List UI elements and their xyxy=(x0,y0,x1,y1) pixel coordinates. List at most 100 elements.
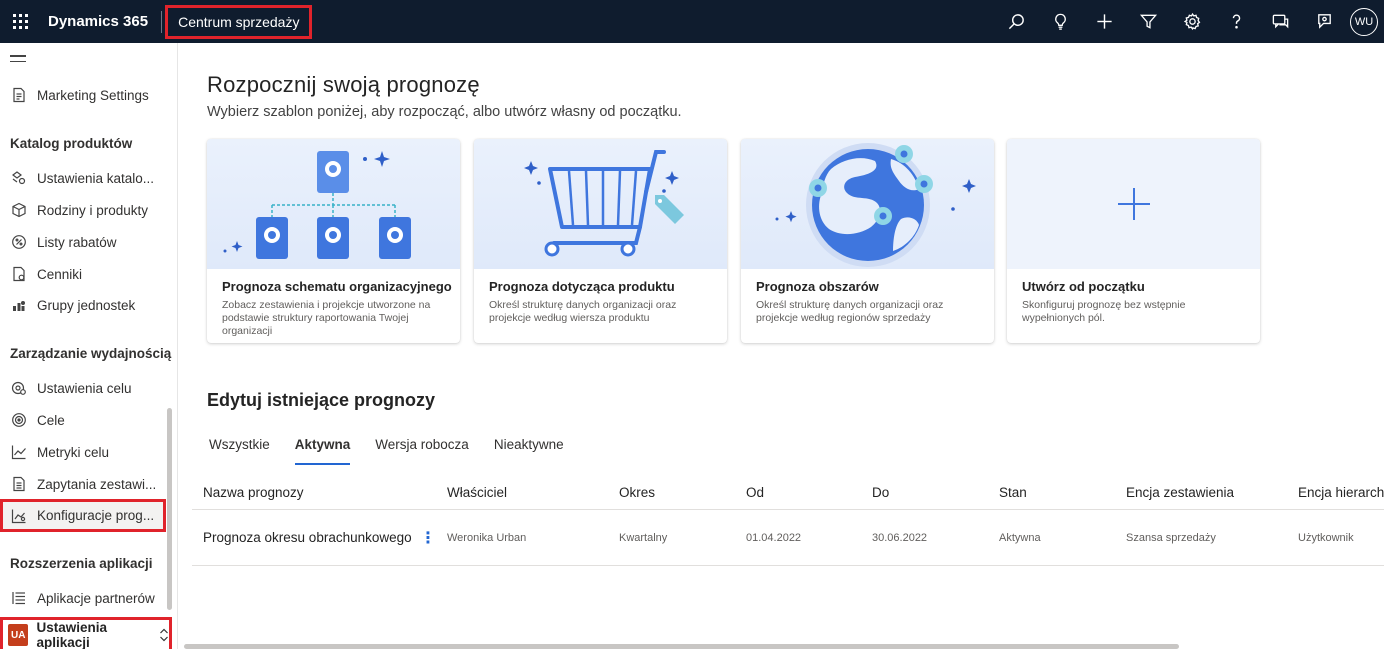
card-title: Prognoza obszarów xyxy=(756,279,879,294)
unit-groups-icon xyxy=(10,296,28,314)
sidebar-item-label: Metryki celu xyxy=(37,444,110,460)
sidebar-item-label: Ustawienia katalo... xyxy=(37,170,155,186)
waffle-icon xyxy=(12,14,28,29)
sidebar-item-label: Rodziny i produkty xyxy=(37,202,149,218)
org-chart-illustration xyxy=(207,139,460,269)
template-card-org-chart[interactable]: Prognoza schematu organizacyjnego Zobacz… xyxy=(207,139,460,343)
sidebar-item-unit-groups[interactable]: Grupy jednostek xyxy=(0,289,176,321)
blank-illustration xyxy=(1007,139,1260,269)
card-description: Skonfiguruj prognozę bez wstępnie wypełn… xyxy=(1022,299,1186,324)
feedback-icon[interactable] xyxy=(1302,0,1346,43)
sidebar-item-label: Grupy jednostek xyxy=(37,297,136,313)
cell-rollup-entity: Szansa sprzedaży xyxy=(1126,531,1216,544)
sidebar-item-forecast-configurations[interactable]: Konfiguracje prog... xyxy=(0,499,166,532)
sidebar-item-marketing-settings[interactable]: Marketing Settings xyxy=(0,79,176,111)
card-title: Prognoza schematu organizacyjnego xyxy=(222,279,452,294)
sidebar-item-label: Marketing Settings xyxy=(37,87,149,103)
target-icon xyxy=(10,411,28,429)
card-title: Prognoza dotycząca produktu xyxy=(489,279,675,294)
forecast-table: Nazwa prognozy Właściciel Okres Od Do St… xyxy=(192,476,1384,566)
sidebar-scrollbar[interactable] xyxy=(167,408,172,610)
tab-all[interactable]: Wszystkie xyxy=(209,437,270,465)
help-icon[interactable] xyxy=(1214,0,1258,43)
cell-from: 01.04.2022 xyxy=(746,531,802,544)
cell-to: 30.06.2022 xyxy=(872,531,928,544)
brand-link[interactable]: Dynamics 365 xyxy=(48,13,148,30)
query-icon xyxy=(10,475,28,493)
sidebar-item-label: Ustawienia celu xyxy=(37,380,132,396)
goal-settings-icon xyxy=(10,379,28,397)
card-description: Określ strukturę danych organizacji oraz… xyxy=(756,299,944,324)
sidebar-item-label: Cele xyxy=(37,412,65,428)
cell-owner: Weronika Urban xyxy=(447,531,527,544)
tab-draft[interactable]: Wersja robocza xyxy=(375,437,469,465)
table-header: Nazwa prognozy Właściciel Okres Od Do St… xyxy=(192,476,1384,510)
tab-active[interactable]: Aktywna xyxy=(294,437,351,465)
partner-apps-icon xyxy=(10,589,28,607)
horizontal-scrollbar[interactable] xyxy=(184,644,1179,649)
column-header-from[interactable]: Od xyxy=(746,476,764,509)
page-subtitle: Wybierz szablon poniżej, aby rozpocząć, … xyxy=(207,104,682,120)
sidebar-item-goal-metrics[interactable]: Metryki celu xyxy=(0,436,176,468)
cell-forecast-name[interactable]: Prognoza okresu obrachunkowego xyxy=(203,510,412,565)
top-bar: Dynamics 365 Centrum sprzedaży WU xyxy=(0,0,1384,43)
plus-icon[interactable] xyxy=(1082,0,1126,43)
metrics-icon xyxy=(10,443,28,461)
cell-status: Aktywna xyxy=(999,531,1041,544)
top-actions: WU xyxy=(994,0,1384,43)
globe-illustration xyxy=(741,139,994,269)
cell-period: Kwartalny xyxy=(619,531,668,544)
sidebar-item-label: Zapytania zestawi... xyxy=(37,476,157,492)
lightbulb-icon[interactable] xyxy=(1038,0,1082,43)
area-switcher[interactable]: UA Ustawienia aplikacji xyxy=(0,617,172,649)
tab-inactive[interactable]: Nieaktywne xyxy=(494,437,564,465)
sidebar-item-discount-lists[interactable]: Listy rabatów xyxy=(0,226,176,258)
template-card-product[interactable]: Prognoza dotycząca produktu Określ struk… xyxy=(474,139,727,343)
avatar[interactable]: WU xyxy=(1350,7,1378,36)
page-title: Rozpocznij swoją prognozę xyxy=(207,72,480,97)
area-badge: UA xyxy=(8,624,29,646)
card-description: Określ strukturę danych organizacji oraz… xyxy=(489,299,677,324)
search-icon[interactable] xyxy=(994,0,1038,43)
hamburger-icon[interactable] xyxy=(10,55,26,66)
table-row[interactable]: Prognoza okresu obrachunkowego ⋮ Weronik… xyxy=(192,510,1384,566)
plus-icon xyxy=(1118,188,1150,220)
sidebar-item-catalog-settings[interactable]: Ustawienia katalo... xyxy=(0,162,176,194)
group-catalog: Katalog produktów xyxy=(10,136,133,151)
area-label: Ustawienia aplikacji xyxy=(36,620,107,649)
sidebar-item-rollup-queries[interactable]: Zapytania zestawi... xyxy=(0,468,176,500)
column-header-owner[interactable]: Właściciel xyxy=(447,476,507,509)
sidebar-item-partner-apps[interactable]: Aplikacje partnerów xyxy=(0,582,176,614)
forecast-config-icon xyxy=(10,507,28,525)
sidebar-item-goals[interactable]: Cele xyxy=(0,404,176,436)
sidebar-item-label: Aplikacje partnerów xyxy=(37,590,155,606)
app-name[interactable]: Centrum sprzedaży xyxy=(165,4,313,39)
column-header-hierarchy-entity[interactable]: Encja hierarchi xyxy=(1298,476,1384,509)
sidebar-item-label: Listy rabatów xyxy=(37,234,117,250)
document-settings-icon xyxy=(10,86,28,104)
card-title: Utwórz od początku xyxy=(1022,279,1145,294)
chat-icon[interactable] xyxy=(1258,0,1302,43)
template-card-territory[interactable]: Prognoza obszarów Określ strukturę danyc… xyxy=(741,139,994,343)
gear-icon[interactable] xyxy=(1170,0,1214,43)
main-content: Rozpocznij swoją prognozę Wybierz szablo… xyxy=(179,43,1384,649)
sidebar-item-goal-settings[interactable]: Ustawienia celu xyxy=(0,372,176,404)
forecast-tabs: Wszystkie Aktywna Wersja robocza Nieakty… xyxy=(209,437,589,465)
sparkle-icon xyxy=(374,151,390,167)
more-options-icon[interactable]: ⋮ xyxy=(420,510,436,565)
column-header-name[interactable]: Nazwa prognozy xyxy=(203,476,304,509)
filter-icon[interactable] xyxy=(1126,0,1170,43)
app-launcher-button[interactable] xyxy=(2,0,38,43)
column-header-to[interactable]: Do xyxy=(872,476,889,509)
sidebar: Marketing Settings Katalog produktów Ust… xyxy=(0,43,178,649)
group-performance: Zarządzanie wydajnością xyxy=(10,346,172,361)
column-header-rollup-entity[interactable]: Encja zestawienia xyxy=(1126,476,1234,509)
catalog-settings-icon xyxy=(10,169,28,187)
section-title: Edytuj istniejące prognozy xyxy=(207,390,436,410)
sidebar-item-price-lists[interactable]: Cenniki xyxy=(0,258,176,290)
template-card-blank[interactable]: Utwórz od początku Skonfiguruj prognozę … xyxy=(1007,139,1260,343)
sidebar-item-product-families[interactable]: Rodziny i produkty xyxy=(0,194,176,226)
column-header-period[interactable]: Okres xyxy=(619,476,655,509)
column-header-status[interactable]: Stan xyxy=(999,476,1027,509)
group-extensions: Rozszerzenia aplikacji xyxy=(10,556,153,571)
